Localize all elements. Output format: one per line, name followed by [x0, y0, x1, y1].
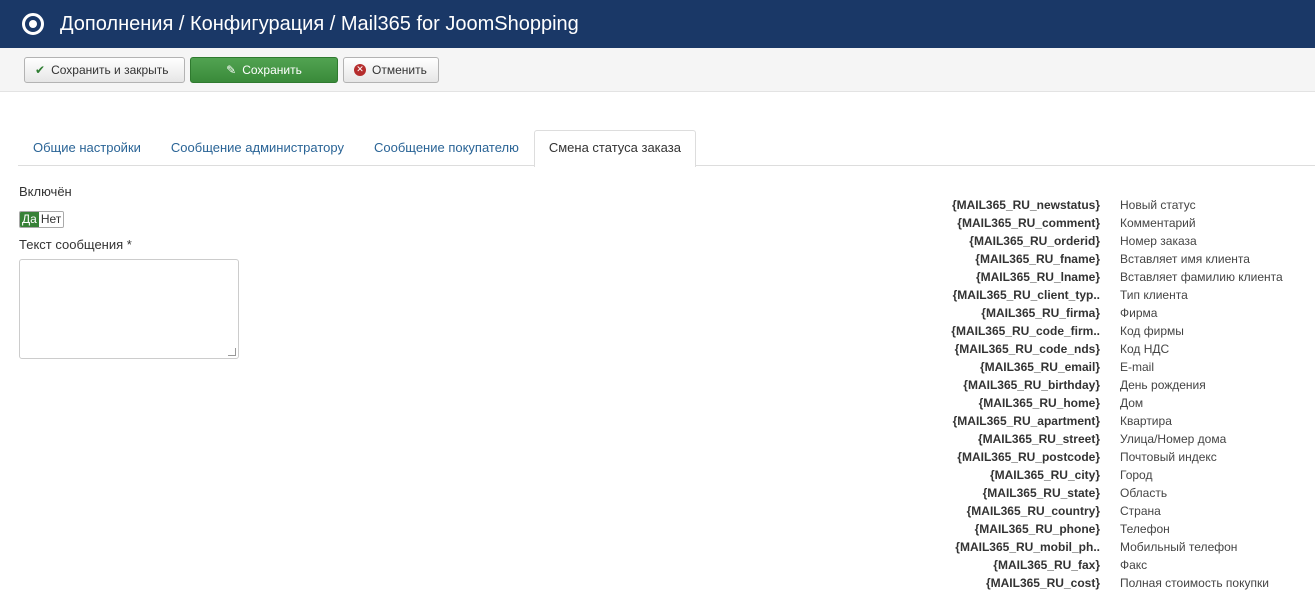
variable-row: {MAIL365_RU_lname} Вставляет фамилию клие…	[900, 268, 1315, 286]
variable-row: {MAIL365_RU_street} Улица/Номер дома	[900, 430, 1315, 448]
variable-description: Номер заказа	[1120, 234, 1197, 248]
variable-code[interactable]: {MAIL365_RU_fax}	[900, 556, 1100, 574]
variable-description: Тип клиента	[1120, 288, 1188, 302]
page-title: Дополнения / Конфигурация / Mail365 for …	[60, 12, 579, 35]
variable-row: {MAIL365_RU_orderid} Номер заказа	[900, 232, 1315, 250]
variable-description: Квартира	[1120, 414, 1172, 428]
cancel-label: Отменить	[372, 62, 427, 77]
cancel-button[interactable]: ✕ Отменить	[343, 56, 439, 83]
edit-icon: ✎	[226, 62, 237, 77]
cancel-circle-icon: ✕	[354, 63, 366, 76]
variable-description: Дом	[1120, 396, 1144, 410]
tab-order-status-change[interactable]: Смена статуса заказа	[533, 130, 696, 167]
variable-code[interactable]: {MAIL365_RU_country}	[900, 502, 1100, 520]
variable-code[interactable]: {MAIL365_RU_city}	[900, 466, 1100, 484]
variable-description: Страна	[1120, 504, 1161, 518]
variable-code[interactable]: {MAIL365_RU_home}	[900, 394, 1100, 412]
variable-description: Полная стоимость покупки	[1120, 576, 1269, 590]
variable-description: Мобильный телефон	[1120, 540, 1238, 554]
variable-row: {MAIL365_RU_comment} Комментарий	[900, 214, 1315, 232]
variable-description: Код фирмы	[1120, 324, 1184, 338]
enabled-toggle: Да Нет	[19, 211, 65, 228]
variable-code[interactable]: {MAIL365_RU_code_nds}	[900, 340, 1100, 358]
variable-row: {MAIL365_RU_home} Дом	[900, 394, 1315, 412]
enabled-label: Включён	[19, 184, 72, 199]
variable-description: Телефон	[1120, 522, 1170, 536]
tab-general-settings[interactable]: Общие настройки	[18, 130, 156, 166]
variable-row: {MAIL365_RU_newstatus} Новый статус	[900, 196, 1315, 214]
variable-code[interactable]: {MAIL365_RU_state}	[900, 484, 1100, 502]
variable-code[interactable]: {MAIL365_RU_orderid}	[900, 232, 1100, 250]
save-button[interactable]: ✎ Сохранить	[190, 56, 338, 83]
tab-customer-message[interactable]: Сообщение покупателю	[359, 130, 534, 166]
variables-list: {MAIL365_RU_newstatus} Новый статус {MAIL3…	[900, 196, 1315, 592]
tab-admin-message[interactable]: Сообщение администратору	[156, 130, 359, 166]
variable-row: {MAIL365_RU_mobil_ph.. Мобильный телефон	[900, 538, 1315, 556]
variable-row: {MAIL365_RU_client_typ.. Тип клиента	[900, 286, 1315, 304]
variable-row: {MAIL365_RU_country} Страна	[900, 502, 1315, 520]
variable-row: {MAIL365_RU_apartment} Квартира	[900, 412, 1315, 430]
variable-row: {MAIL365_RU_code_firm.. Код фирмы	[900, 322, 1315, 340]
variable-code[interactable]: {MAIL365_RU_comment}	[900, 214, 1100, 232]
variable-code[interactable]: {MAIL365_RU_cost}	[900, 574, 1100, 592]
variable-code[interactable]: {MAIL365_RU_apartment}	[900, 412, 1100, 430]
variable-description: Новый статус	[1120, 198, 1196, 212]
enabled-no-option[interactable]: Нет	[38, 212, 64, 227]
variable-row: {MAIL365_RU_email} E-mail	[900, 358, 1315, 376]
save-and-close-label: Сохранить и закрыть	[51, 62, 169, 77]
variable-row: {MAIL365_RU_firma} Фирма	[900, 304, 1315, 322]
variable-code[interactable]: {MAIL365_RU_code_firm..	[900, 322, 1100, 340]
variable-row: {MAIL365_RU_birthday} День рождения	[900, 376, 1315, 394]
enabled-yes-option[interactable]: Да	[20, 212, 39, 227]
variable-code[interactable]: {MAIL365_RU_firma}	[900, 304, 1100, 322]
settings-form: Включён Да Нет Текст сообщения *	[19, 184, 239, 359]
variable-code[interactable]: {MAIL365_RU_birthday}	[900, 376, 1100, 394]
variable-code[interactable]: {MAIL365_RU_newstatus}	[900, 196, 1100, 214]
page-header: Дополнения / Конфигурация / Mail365 for …	[0, 0, 1315, 48]
variable-description: Вставляет имя клиента	[1120, 252, 1250, 266]
variable-row: {MAIL365_RU_postcode} Почтовый индекс	[900, 448, 1315, 466]
variable-description: Комментарий	[1120, 216, 1196, 230]
variable-description: День рождения	[1120, 378, 1206, 392]
variable-row: {MAIL365_RU_fax} Факс	[900, 556, 1315, 574]
variable-description: Фирма	[1120, 306, 1158, 320]
variable-description: Улица/Номер дома	[1120, 432, 1227, 446]
variable-description: Код НДС	[1120, 342, 1170, 356]
tab-bar: Общие настройки Сообщение администратору…	[18, 130, 1315, 167]
variable-description: Почтовый индекс	[1120, 450, 1217, 464]
variable-code[interactable]: {MAIL365_RU_lname}	[900, 268, 1100, 286]
variable-code[interactable]: {MAIL365_RU_postcode}	[900, 448, 1100, 466]
variable-code[interactable]: {MAIL365_RU_mobil_ph..	[900, 538, 1100, 556]
variable-code[interactable]: {MAIL365_RU_email}	[900, 358, 1100, 376]
message-text-area[interactable]	[19, 259, 239, 359]
resize-handle-icon[interactable]	[228, 348, 236, 356]
toolbar: ✔ Сохранить и закрыть ✎ Сохранить ✕ Отме…	[0, 48, 1315, 92]
variable-row: {MAIL365_RU_fname} Вставляет имя клиента	[900, 250, 1315, 268]
variable-row: {MAIL365_RU_phone} Телефон	[900, 520, 1315, 538]
checkmark-icon: ✔	[35, 62, 46, 77]
save-and-close-button[interactable]: ✔ Сохранить и закрыть	[24, 56, 185, 83]
variable-row: {MAIL365_RU_code_nds} Код НДС	[900, 340, 1315, 358]
variable-row: {MAIL365_RU_state} Область	[900, 484, 1315, 502]
variable-description: Область	[1120, 486, 1168, 500]
variable-code[interactable]: {MAIL365_RU_phone}	[900, 520, 1100, 538]
variable-row: {MAIL365_RU_cost} Полная стоимость покупк…	[900, 574, 1315, 592]
joomla-target-icon	[22, 13, 44, 35]
variable-code[interactable]: {MAIL365_RU_street}	[900, 430, 1100, 448]
variable-description: Факс	[1120, 558, 1148, 572]
save-label: Сохранить	[242, 62, 302, 77]
variable-row: {MAIL365_RU_city} Город	[900, 466, 1315, 484]
message-text-label: Текст сообщения *	[19, 237, 132, 252]
variable-description: E-mail	[1120, 360, 1155, 374]
variable-description: Вставляет фамилию клиента	[1120, 270, 1283, 284]
variable-code[interactable]: {MAIL365_RU_client_typ..	[900, 286, 1100, 304]
variable-code[interactable]: {MAIL365_RU_fname}	[900, 250, 1100, 268]
variable-description: Город	[1120, 468, 1153, 482]
